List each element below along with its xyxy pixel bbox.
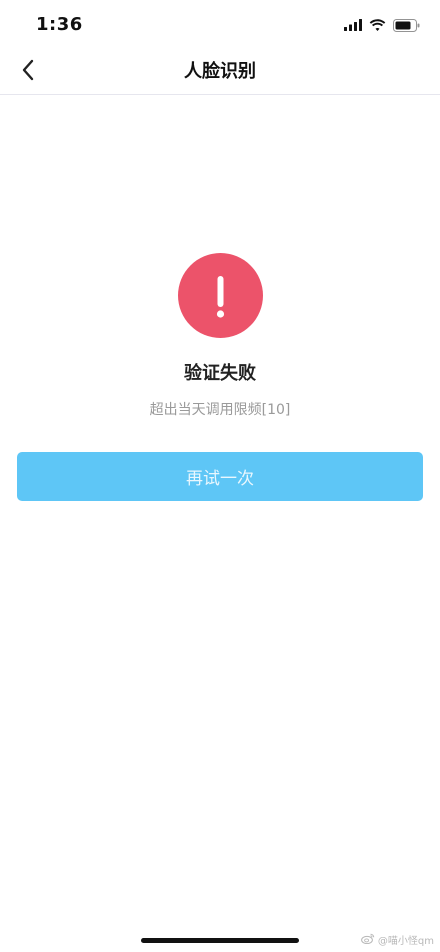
status-bar: 1:36 <box>0 0 440 50</box>
wifi-icon <box>369 19 386 31</box>
result-message: 超出当天调用限频[10] <box>149 402 291 418</box>
error-badge <box>178 253 263 338</box>
battery-icon <box>393 18 420 32</box>
status-time: 1:36 <box>36 14 83 35</box>
signal-icon <box>344 19 362 31</box>
retry-button[interactable]: 再试一次 <box>17 452 423 501</box>
navigation-bar: 人脸识别 <box>0 50 440 95</box>
status-icons <box>344 16 420 34</box>
face-recognition-screen: 1:36 人脸识别 验证失败 超出当天调用限频[10] 再试一次 @喵小怪qm <box>0 0 440 952</box>
result-title: 验证失败 <box>184 363 256 384</box>
watermark-text: @喵小怪qm <box>377 936 434 947</box>
back-button[interactable] <box>10 54 46 90</box>
home-indicator[interactable] <box>141 938 299 943</box>
watermark: @喵小怪qm <box>361 932 434 947</box>
page-title: 人脸识别 <box>184 61 256 82</box>
weibo-icon <box>361 933 375 947</box>
chevron-left-icon <box>21 59 35 85</box>
